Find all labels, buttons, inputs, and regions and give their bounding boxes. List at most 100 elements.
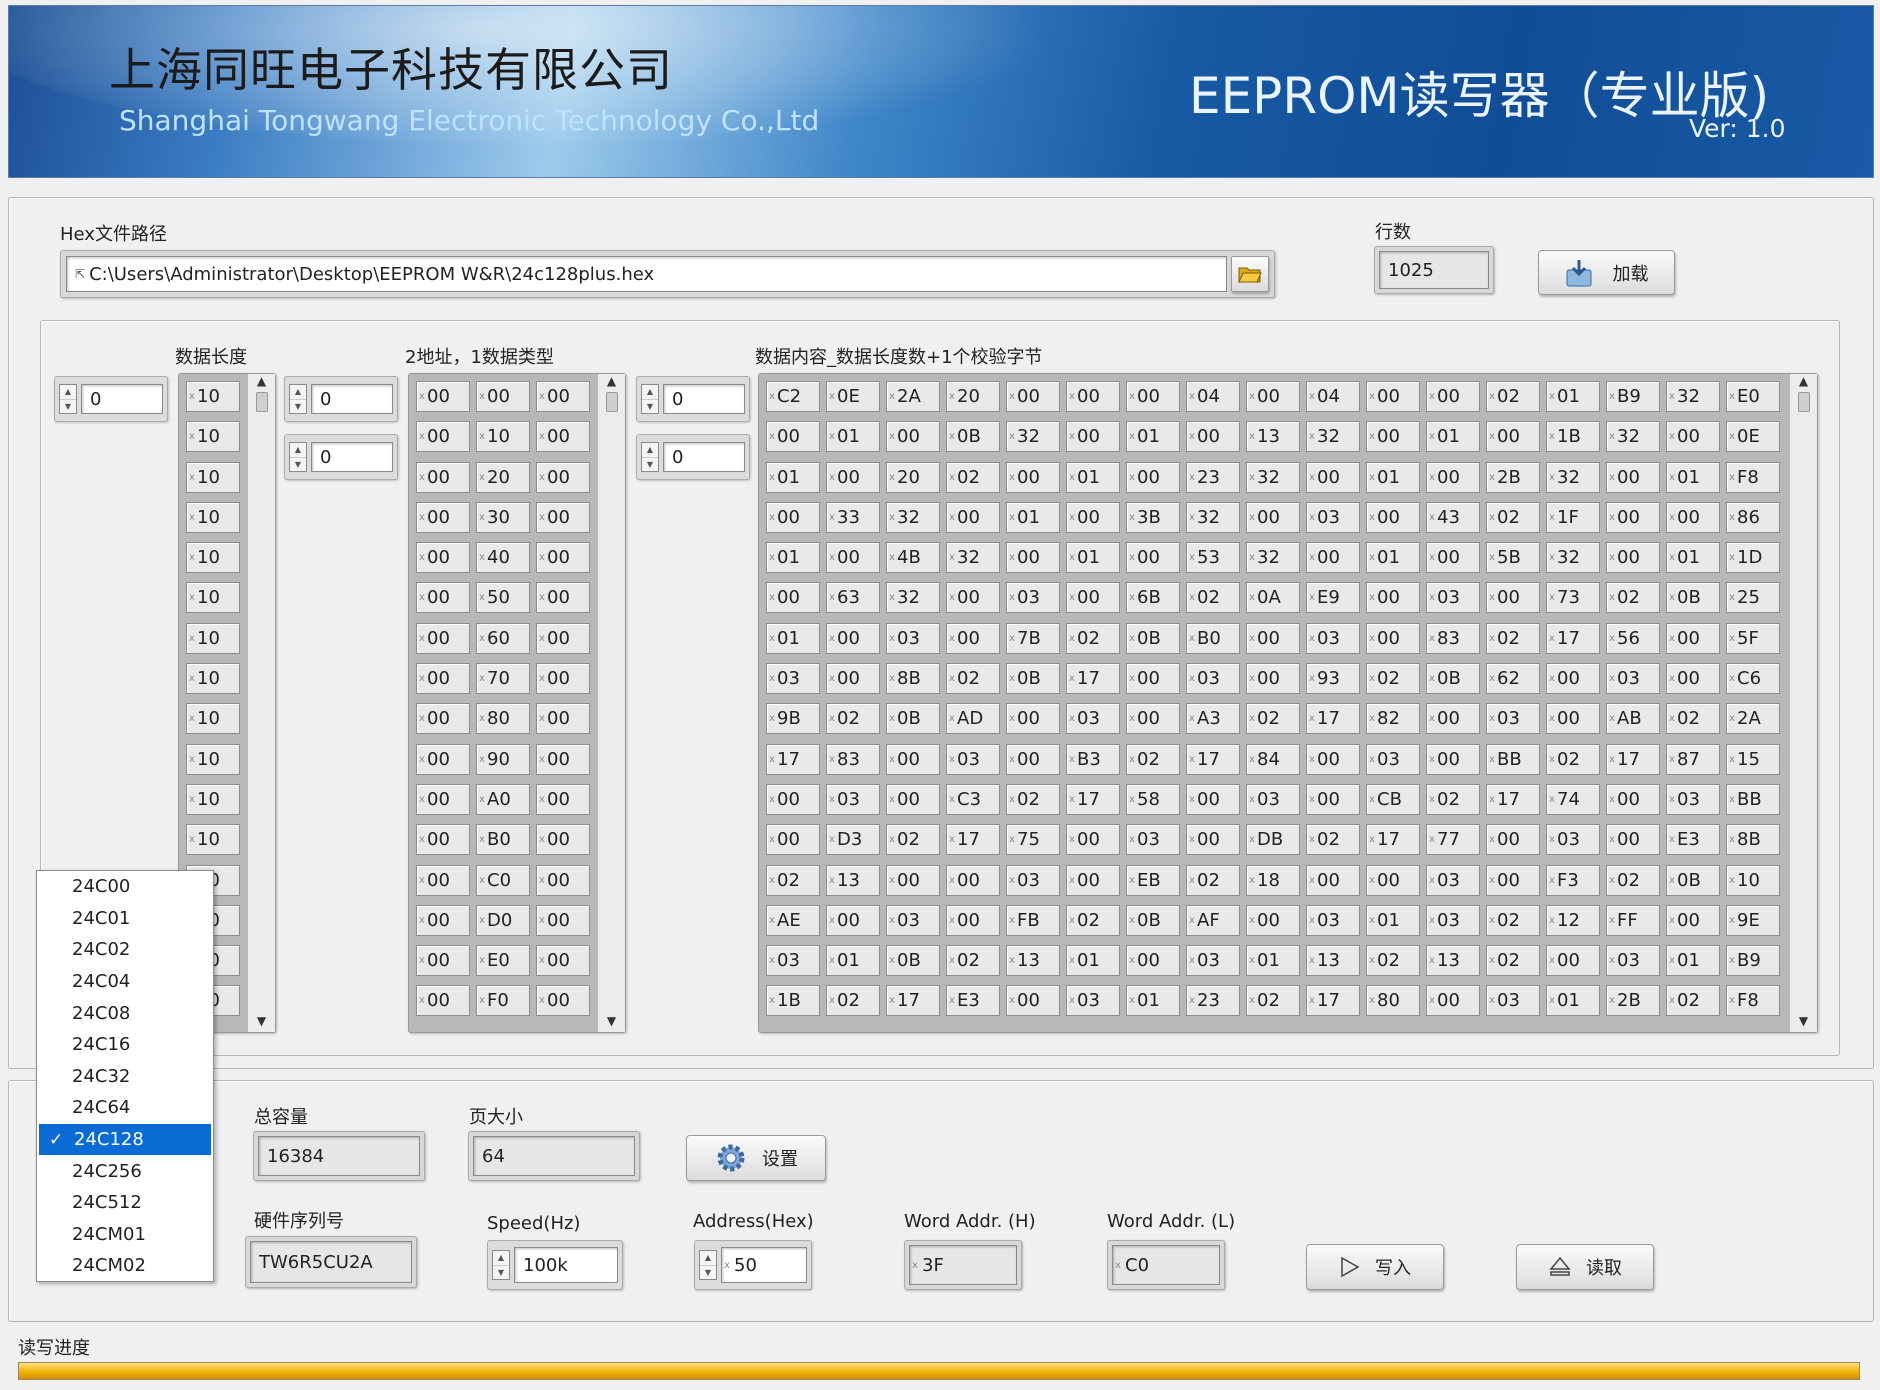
length-cell[interactable]: x10 bbox=[183, 418, 243, 455]
content-cell[interactable]: x 03 bbox=[1003, 862, 1063, 899]
content-cell[interactable]: x 00 bbox=[763, 579, 823, 616]
addr-cell[interactable]: x 00 bbox=[533, 620, 593, 657]
content-cell[interactable]: x 8B bbox=[883, 660, 943, 697]
content-cell[interactable]: x 00 bbox=[1603, 459, 1663, 496]
content-cell[interactable]: x 02 bbox=[1063, 620, 1123, 657]
content-cell[interactable]: x 00 bbox=[1123, 700, 1183, 737]
content-cell[interactable]: x 00 bbox=[1303, 459, 1363, 496]
content-cell[interactable]: x 0B bbox=[883, 700, 943, 737]
content-cell[interactable]: x 02 bbox=[1183, 862, 1243, 899]
content-cell[interactable]: x 0B bbox=[1003, 660, 1063, 697]
content-cell[interactable]: x 03 bbox=[1603, 942, 1663, 979]
content-cell[interactable]: x 02 bbox=[1123, 741, 1183, 778]
content-cell[interactable]: x 03 bbox=[1663, 781, 1723, 818]
content-cell[interactable]: x 00 bbox=[1303, 862, 1363, 899]
content-cell[interactable]: x 01 bbox=[763, 459, 823, 496]
content-cell[interactable]: x 02 bbox=[1363, 660, 1423, 697]
content-cell[interactable]: x E3 bbox=[1663, 821, 1723, 858]
content-cell[interactable]: x BB bbox=[1483, 741, 1543, 778]
content-cell[interactable]: x 00 bbox=[1423, 378, 1483, 415]
content-cell[interactable]: x 02 bbox=[1603, 579, 1663, 616]
content-cell[interactable]: x 00 bbox=[1483, 821, 1543, 858]
content-cell[interactable]: x 00 bbox=[1003, 982, 1063, 1019]
addr-cell[interactable]: x 00 bbox=[533, 862, 593, 899]
content-cell[interactable]: x B9 bbox=[1603, 378, 1663, 415]
content-cell[interactable]: x 00 bbox=[1543, 942, 1603, 979]
content-cell[interactable]: x 02 bbox=[1423, 781, 1483, 818]
content-cell[interactable]: x 01 bbox=[823, 418, 883, 455]
content-cell[interactable]: x 01 bbox=[1663, 539, 1723, 576]
content-cell[interactable]: x E0 bbox=[1723, 378, 1783, 415]
content-cell[interactable]: x 13 bbox=[1243, 418, 1303, 455]
content-cell[interactable]: x 03 bbox=[883, 620, 943, 657]
length-cell[interactable]: x10 bbox=[183, 741, 243, 778]
addr-cell[interactable]: x 00 bbox=[533, 942, 593, 979]
content-cell[interactable]: x 00 bbox=[1183, 418, 1243, 455]
content-cell[interactable]: x 00 bbox=[1363, 620, 1423, 657]
addr-index-col-stepper[interactable]: ▲ ▼ bbox=[289, 442, 307, 472]
content-cell[interactable]: x 32 bbox=[1183, 499, 1243, 536]
content-cell[interactable]: x 20 bbox=[943, 378, 1003, 415]
content-cell[interactable]: x 01 bbox=[763, 620, 823, 657]
content-cell[interactable]: x 00 bbox=[1363, 378, 1423, 415]
addr-cell[interactable]: x 50 bbox=[473, 579, 533, 616]
chip-option[interactable]: 24CM02 bbox=[37, 1250, 213, 1282]
content-cell[interactable]: x 00 bbox=[1243, 620, 1303, 657]
length-index-input[interactable]: 0 bbox=[81, 384, 163, 414]
content-cell[interactable]: x 02 bbox=[1243, 700, 1303, 737]
chip-option[interactable]: 24C00 bbox=[37, 871, 213, 903]
addr-cell[interactable]: x A0 bbox=[473, 781, 533, 818]
write-button[interactable]: 写入 bbox=[1306, 1244, 1444, 1290]
content-cell[interactable]: x 02 bbox=[1483, 499, 1543, 536]
content-cell[interactable]: x 00 bbox=[1423, 539, 1483, 576]
address-input[interactable]: x 50 bbox=[721, 1247, 807, 1283]
content-cell[interactable]: x 00 bbox=[1363, 418, 1423, 455]
content-cell[interactable]: x 00 bbox=[823, 539, 883, 576]
content-cell[interactable]: x AB bbox=[1603, 700, 1663, 737]
content-cell[interactable]: x 74 bbox=[1543, 781, 1603, 818]
addr-cell[interactable]: x 00 bbox=[413, 499, 473, 536]
addr-cell[interactable]: x 00 bbox=[533, 902, 593, 939]
content-cell[interactable]: x 00 bbox=[943, 499, 1003, 536]
content-cell[interactable]: x 00 bbox=[1363, 579, 1423, 616]
content-scrollbar[interactable]: ▲ ▼ bbox=[1789, 374, 1817, 1032]
content-cell[interactable]: x 03 bbox=[1303, 620, 1363, 657]
content-cell[interactable]: x 02 bbox=[1483, 942, 1543, 979]
addr-cell[interactable]: x 00 bbox=[533, 741, 593, 778]
content-cell[interactable]: x 01 bbox=[1243, 942, 1303, 979]
addr-index-row-stepper[interactable]: ▲ ▼ bbox=[289, 384, 307, 414]
content-cell[interactable]: x 00 bbox=[1603, 821, 1663, 858]
content-cell[interactable]: x 17 bbox=[763, 741, 823, 778]
chip-option[interactable]: 24C512 bbox=[37, 1187, 213, 1219]
content-cell[interactable]: x 58 bbox=[1123, 781, 1183, 818]
content-cell[interactable]: x 10 bbox=[1723, 862, 1783, 899]
content-cell[interactable]: x 23 bbox=[1183, 982, 1243, 1019]
content-cell[interactable]: x 15 bbox=[1723, 741, 1783, 778]
content-cell[interactable]: x 00 bbox=[1063, 862, 1123, 899]
content-cell[interactable]: x E9 bbox=[1303, 579, 1363, 616]
content-cell[interactable]: x 00 bbox=[1663, 499, 1723, 536]
addr-cell[interactable]: x 00 bbox=[533, 781, 593, 818]
content-cell[interactable]: x 03 bbox=[1063, 700, 1123, 737]
content-cell[interactable]: x 00 bbox=[1063, 579, 1123, 616]
length-cell[interactable]: x10 bbox=[183, 700, 243, 737]
content-cell[interactable]: x 02 bbox=[1003, 781, 1063, 818]
content-cell[interactable]: x 04 bbox=[1303, 378, 1363, 415]
length-scrollbar[interactable]: ▲ ▼ bbox=[247, 374, 275, 1032]
content-cell[interactable]: x 02 bbox=[943, 459, 1003, 496]
content-cell[interactable]: x 00 bbox=[1483, 862, 1543, 899]
content-cell[interactable]: x 5B bbox=[1483, 539, 1543, 576]
content-cell[interactable]: x 9B bbox=[763, 700, 823, 737]
content-cell[interactable]: x 01 bbox=[1063, 459, 1123, 496]
addr-cell[interactable]: x 00 bbox=[413, 821, 473, 858]
chip-option[interactable]: 24C16 bbox=[37, 1029, 213, 1061]
content-cell[interactable]: x 32 bbox=[1243, 539, 1303, 576]
content-cell[interactable]: x 00 bbox=[943, 620, 1003, 657]
content-cell[interactable]: x 0B bbox=[1663, 862, 1723, 899]
content-cell[interactable]: x 03 bbox=[1483, 700, 1543, 737]
content-cell[interactable]: x 13 bbox=[823, 862, 883, 899]
content-cell[interactable]: x 63 bbox=[823, 579, 883, 616]
addr-cell[interactable]: x 00 bbox=[413, 620, 473, 657]
addr-cell[interactable]: x 00 bbox=[413, 579, 473, 616]
content-cell[interactable]: x 00 bbox=[883, 862, 943, 899]
